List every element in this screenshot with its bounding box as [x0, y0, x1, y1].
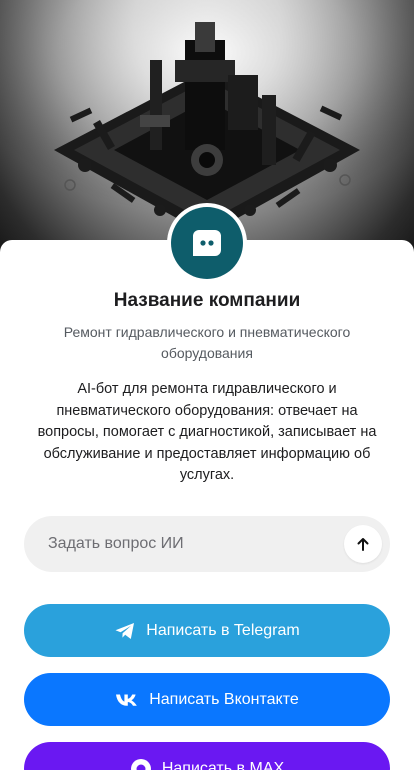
- company-name: Название компании: [113, 290, 301, 311]
- ai-question-box: [24, 516, 390, 572]
- telegram-button[interactable]: Написать в Telegram: [24, 604, 390, 657]
- telegram-button-label: Написать в Telegram: [146, 621, 300, 639]
- telegram-icon: [114, 621, 136, 641]
- company-tagline: Ремонт гидравлического и пневматического…: [63, 324, 351, 361]
- company-logo: [167, 203, 247, 283]
- send-button[interactable]: [344, 525, 382, 563]
- vk-button[interactable]: Написать Вконтакте: [24, 673, 390, 726]
- vk-icon: [115, 693, 139, 707]
- max-icon: [130, 758, 152, 770]
- vk-button-label: Написать Вконтакте: [149, 690, 299, 708]
- company-description: AI-бот для ремонта гидравлического и пне…: [37, 381, 377, 483]
- max-button[interactable]: Написать в MAX: [24, 742, 390, 770]
- chat-bot-icon: [171, 207, 243, 279]
- max-button-label: Написать в MAX: [161, 759, 285, 770]
- ai-question-input[interactable]: [48, 516, 348, 572]
- arrow-up-icon: [357, 538, 369, 551]
